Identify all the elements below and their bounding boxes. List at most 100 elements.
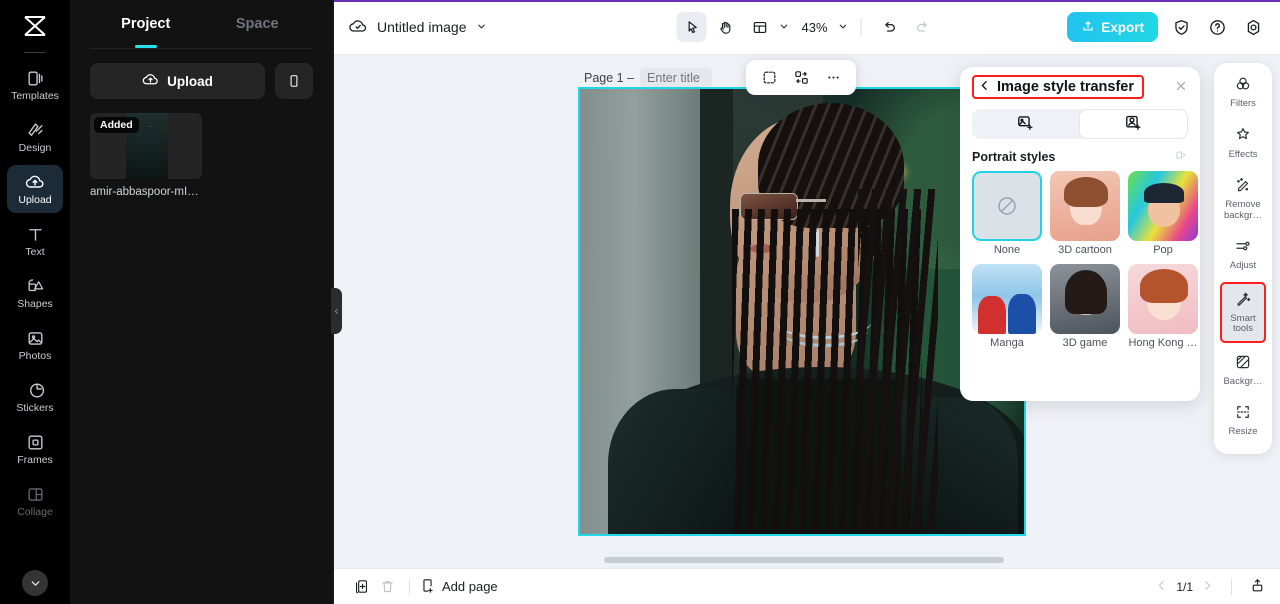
tab-space[interactable]: Space (202, 0, 314, 48)
settings-gear-icon[interactable] (1240, 14, 1266, 40)
upload-button-label: Upload (167, 73, 213, 89)
right-tool-smart-tools[interactable]: Smart tools (1220, 281, 1266, 343)
style-thumbnail (1050, 264, 1120, 334)
style-thumbnail (972, 264, 1042, 334)
status-badge: Added (94, 117, 139, 133)
sidebar-item-label: Collage (17, 505, 53, 518)
panel-collapse-handle[interactable] (331, 288, 342, 334)
asset-item[interactable]: Added amir-abbaspoor-mIN… (90, 113, 206, 198)
chevron-down-icon[interactable] (22, 570, 48, 596)
style-option-3d-game[interactable]: 3D game (1050, 264, 1120, 349)
collapse-panel-icon[interactable] (1174, 148, 1188, 165)
asset-list: Added amir-abbaspoor-mIN… (70, 99, 333, 198)
right-tool-effects[interactable]: Effects (1220, 120, 1266, 167)
sidebar-item-design[interactable]: Design (7, 113, 63, 161)
add-page-button[interactable]: Add page (419, 577, 498, 597)
next-page-icon[interactable] (1201, 579, 1214, 595)
chevron-down-icon[interactable] (476, 20, 487, 35)
sidebar-item-upload[interactable]: Upload (7, 165, 63, 213)
asset-filename: amir-abbaspoor-mIN… (90, 186, 206, 198)
mobile-phone-icon[interactable] (275, 63, 313, 99)
help-circle-icon[interactable] (1204, 14, 1230, 40)
capcut-logo-icon[interactable] (15, 8, 55, 44)
page-title-input[interactable] (640, 68, 713, 88)
tab-portrait-style[interactable] (1079, 109, 1188, 139)
right-tool-adjust[interactable]: Adjust (1220, 231, 1266, 278)
style-thumbnail (972, 171, 1042, 241)
close-icon[interactable] (1174, 79, 1188, 96)
right-tool-remove-background[interactable]: Remove backgr… (1220, 170, 1266, 227)
right-tool-resize[interactable]: Resize (1220, 397, 1266, 444)
right-tool-background[interactable]: Backgr… (1220, 347, 1266, 394)
style-option-3d-cartoon[interactable]: 3D cartoon (1050, 171, 1120, 256)
more-options-icon[interactable] (819, 64, 847, 92)
sidebar-item-collage[interactable]: Collage (7, 477, 63, 525)
style-label: Manga (990, 337, 1024, 349)
sidebar-item-label: Design (18, 141, 52, 154)
layout-icon[interactable] (744, 12, 774, 42)
portrait-styles-grid: None 3D cartoon Pop Manga 3D game Hong K… (960, 169, 1200, 351)
zoom-level: 43% (801, 19, 828, 35)
duplicate-page-icon[interactable] (348, 574, 374, 600)
replace-image-icon[interactable] (787, 64, 815, 92)
horizontal-scrollbar[interactable] (604, 557, 1004, 563)
cursor-arrow-icon[interactable] (676, 12, 707, 42)
export-button[interactable]: Export (1067, 12, 1158, 42)
right-tool-label: Backgr… (1223, 376, 1263, 387)
sidebar-item-label: Photos (18, 349, 52, 362)
delete-trash-icon[interactable] (374, 574, 400, 600)
export-tray-icon[interactable] (1249, 577, 1266, 597)
sidebar-item-label: Shapes (17, 297, 53, 310)
background-icon (1234, 353, 1252, 374)
right-tool-filters[interactable]: Filters (1220, 69, 1266, 116)
portrait-style-icon (1124, 113, 1143, 135)
shield-check-icon[interactable] (1168, 14, 1194, 40)
style-option-none[interactable]: None (972, 171, 1042, 256)
chevron-left-icon[interactable] (978, 79, 991, 95)
sidebar-item-label: Upload (18, 194, 52, 206)
sidebar-item-stickers[interactable]: Stickers (7, 373, 63, 421)
page-navigation: 1/1 (1155, 577, 1266, 597)
sidebar-item-frames[interactable]: Frames (7, 425, 63, 473)
tab-image-style[interactable] (972, 109, 1079, 139)
redo-icon[interactable] (908, 12, 938, 42)
brand-accent-bar (334, 0, 1280, 2)
cloud-saved-icon (348, 16, 368, 39)
image-floating-toolbar (746, 60, 856, 95)
style-panel-title-highlight: Image style transfer (972, 75, 1145, 99)
layout-caret-icon[interactable] (778, 20, 789, 35)
zoom-caret-icon[interactable] (838, 20, 849, 35)
bottom-divider (409, 578, 410, 595)
right-tool-dock: Filters Effects Remove backgr… Adjust Sm… (1214, 63, 1272, 454)
document-title[interactable]: Untitled image (348, 16, 487, 39)
style-label: 3D cartoon (1058, 244, 1112, 256)
upload-button[interactable]: Upload (90, 63, 265, 99)
hand-icon[interactable] (710, 12, 740, 42)
style-label: Hong Kong … (1128, 337, 1198, 349)
page-number-label: Page 1 – (584, 71, 635, 85)
asset-thumbnail[interactable]: Added (90, 113, 202, 179)
prev-page-icon[interactable] (1155, 579, 1168, 595)
style-panel-tabs (972, 109, 1188, 139)
canvas-page-image[interactable] (578, 87, 1026, 536)
right-tool-label: Smart tools (1230, 313, 1256, 334)
style-label: 3D game (1062, 337, 1108, 349)
left-rail: Templates Design Upload Text Shapes Phot… (0, 0, 70, 604)
style-thumbnail (1128, 264, 1198, 334)
top-right-actions: Export (1067, 12, 1266, 42)
crop-select-icon[interactable] (755, 64, 783, 92)
undo-icon[interactable] (874, 12, 904, 42)
right-tool-label: Adjust (1229, 261, 1257, 271)
style-option-pop[interactable]: Pop (1128, 171, 1198, 256)
sidebar-item-label: Stickers (16, 401, 54, 414)
sidebar-item-shapes[interactable]: Shapes (7, 269, 63, 317)
toolbar-divider (860, 18, 862, 36)
style-option-manga[interactable]: Manga (972, 264, 1042, 349)
style-option-hong-kong[interactable]: Hong Kong … (1128, 264, 1198, 349)
sidebar-item-photos[interactable]: Photos (7, 321, 63, 369)
tab-project[interactable]: Project (90, 0, 202, 48)
sidebar-item-text[interactable]: Text (7, 217, 63, 265)
sidebar-item-label: Frames (17, 453, 53, 466)
photo-shoulder-left (608, 389, 748, 534)
sidebar-item-templates[interactable]: Templates (7, 61, 63, 109)
